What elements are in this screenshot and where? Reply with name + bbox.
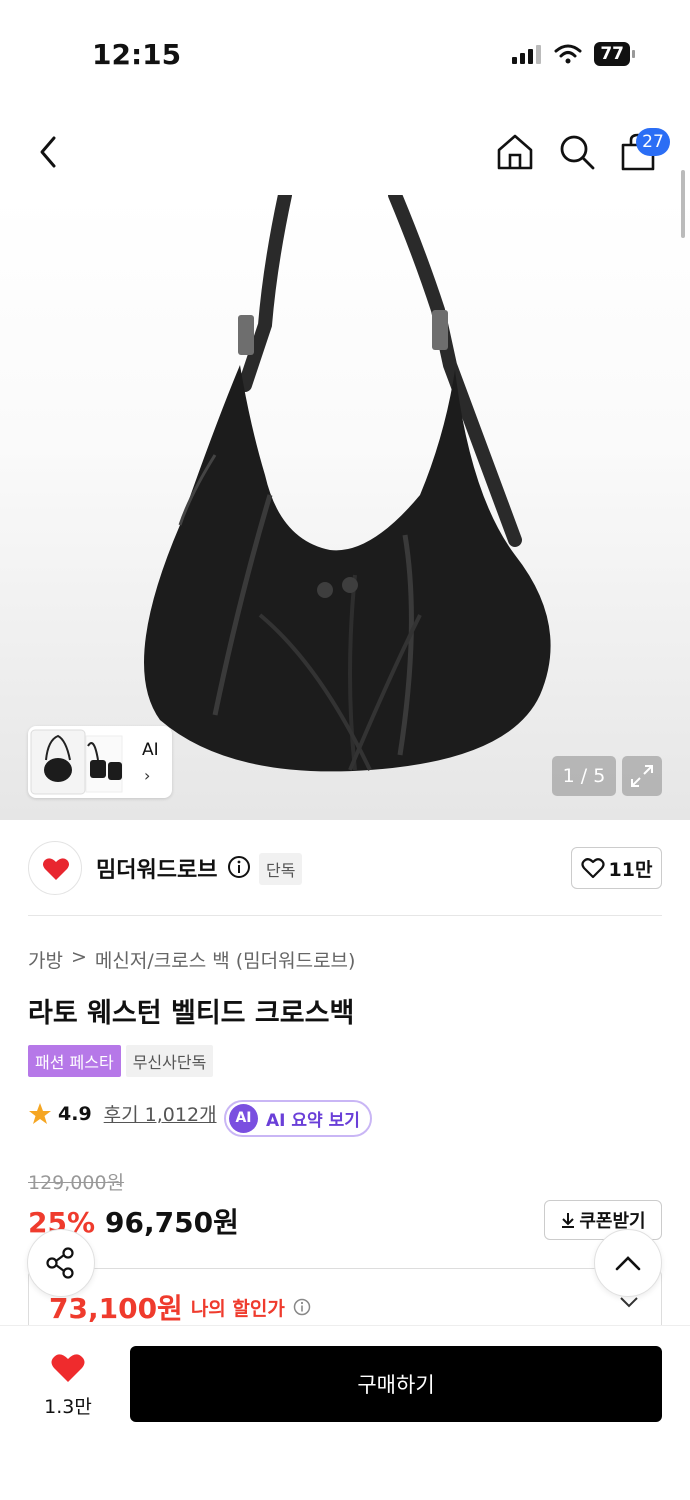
brand-row: 밈더워드로브 단독 11만 <box>0 820 690 916</box>
exclusive-badge: 단독 <box>259 853 303 885</box>
ai-icon: AI <box>229 1104 258 1133</box>
info-icon[interactable] <box>293 1298 311 1316</box>
original-price: 129,000원 <box>28 1172 125 1194</box>
exclusive-tag: 무신사단독 <box>125 1045 214 1077</box>
product-image <box>144 195 551 772</box>
scrollbar[interactable] <box>681 170 685 238</box>
brand-name[interactable]: 밈더워드로브 <box>96 852 217 884</box>
expand-icon <box>631 765 653 787</box>
brand-like-button[interactable]: 11만 <box>571 847 662 889</box>
product-tags: 패션 페스타 무신사단독 <box>28 1045 214 1077</box>
chevron-right-icon: › <box>144 766 151 785</box>
top-nav <box>0 110 690 195</box>
chevron-up-icon <box>615 1256 641 1271</box>
signal-icon <box>512 45 542 64</box>
rating-row: 4.9 후기 1,012개 <box>28 1100 217 1127</box>
breadcrumb-item-category[interactable]: 메신저/크로스 백 (밈더워드로브) <box>95 946 356 973</box>
breadcrumb-item-bags[interactable]: 가방 <box>28 946 63 973</box>
star-icon <box>29 1102 51 1124</box>
expand-button[interactable] <box>622 756 662 796</box>
chevron-down-icon[interactable] <box>619 1295 639 1309</box>
heart-logo-icon <box>43 858 69 880</box>
thumbnail-images <box>30 729 123 795</box>
sale-price: 96,750원 <box>105 1206 239 1239</box>
fashion-festa-tag: 패션 페스타 <box>28 1045 121 1077</box>
buy-button[interactable]: 구매하기 <box>130 1346 662 1422</box>
my-price-row: 73,100원 나의 할인가 <box>49 1287 311 1327</box>
cart-count-badge: 27 <box>636 128 670 156</box>
ai-summary-label: AI 요약 보기 <box>266 1111 360 1131</box>
share-icon <box>46 1247 74 1279</box>
status-icons: 77 <box>512 42 635 66</box>
battery-icon: 77 <box>594 42 635 66</box>
scroll-to-top-button[interactable] <box>594 1229 662 1297</box>
status-time: 12:15 <box>92 38 182 71</box>
ai-summary-button[interactable]: AI AI 요약 보기 <box>224 1100 372 1137</box>
product-like-count: 1.3만 <box>44 1396 92 1418</box>
my-price-label: 나의 할인가 <box>190 1297 285 1320</box>
heart-filled-icon <box>51 1354 85 1382</box>
rating-score: 4.9 <box>58 1102 92 1125</box>
divider <box>28 915 662 916</box>
breadcrumb: 가방 > 메신저/크로스 백 (밈더워드로브) <box>28 946 355 973</box>
back-arrow-icon[interactable] <box>32 132 64 172</box>
brand-like-count: 11만 <box>608 858 653 881</box>
brand-logo[interactable] <box>28 841 82 895</box>
product-title: 라토 웨스턴 벨티드 크로스백 <box>28 998 355 1029</box>
product-image-gallery[interactable]: AI › 1 / 5 <box>0 195 690 820</box>
share-button[interactable] <box>27 1229 95 1297</box>
breadcrumb-separator: > <box>70 946 87 968</box>
review-count-link[interactable]: 후기 1,012개 <box>104 1100 217 1127</box>
search-icon[interactable] <box>557 132 597 172</box>
gallery-thumbnails[interactable]: AI › <box>28 726 172 798</box>
thumbnail-ai-label: AI <box>142 740 159 760</box>
image-counter: 1 / 5 <box>552 756 616 796</box>
home-icon[interactable] <box>495 132 535 172</box>
bottom-action-bar: 1.3만 구매하기 <box>0 1325 690 1500</box>
product-detail-page: 12:15 77 27 AI › 1 / 5 밈더워드로브 단독 11만 가방 … <box>0 0 690 1500</box>
heart-outline-icon <box>580 858 605 879</box>
status-bar: 12:15 77 <box>0 0 690 110</box>
download-icon <box>562 1213 575 1228</box>
product-like-button[interactable]: 1.3만 <box>28 1352 108 1419</box>
info-icon[interactable] <box>227 855 251 879</box>
wifi-icon <box>554 44 582 64</box>
